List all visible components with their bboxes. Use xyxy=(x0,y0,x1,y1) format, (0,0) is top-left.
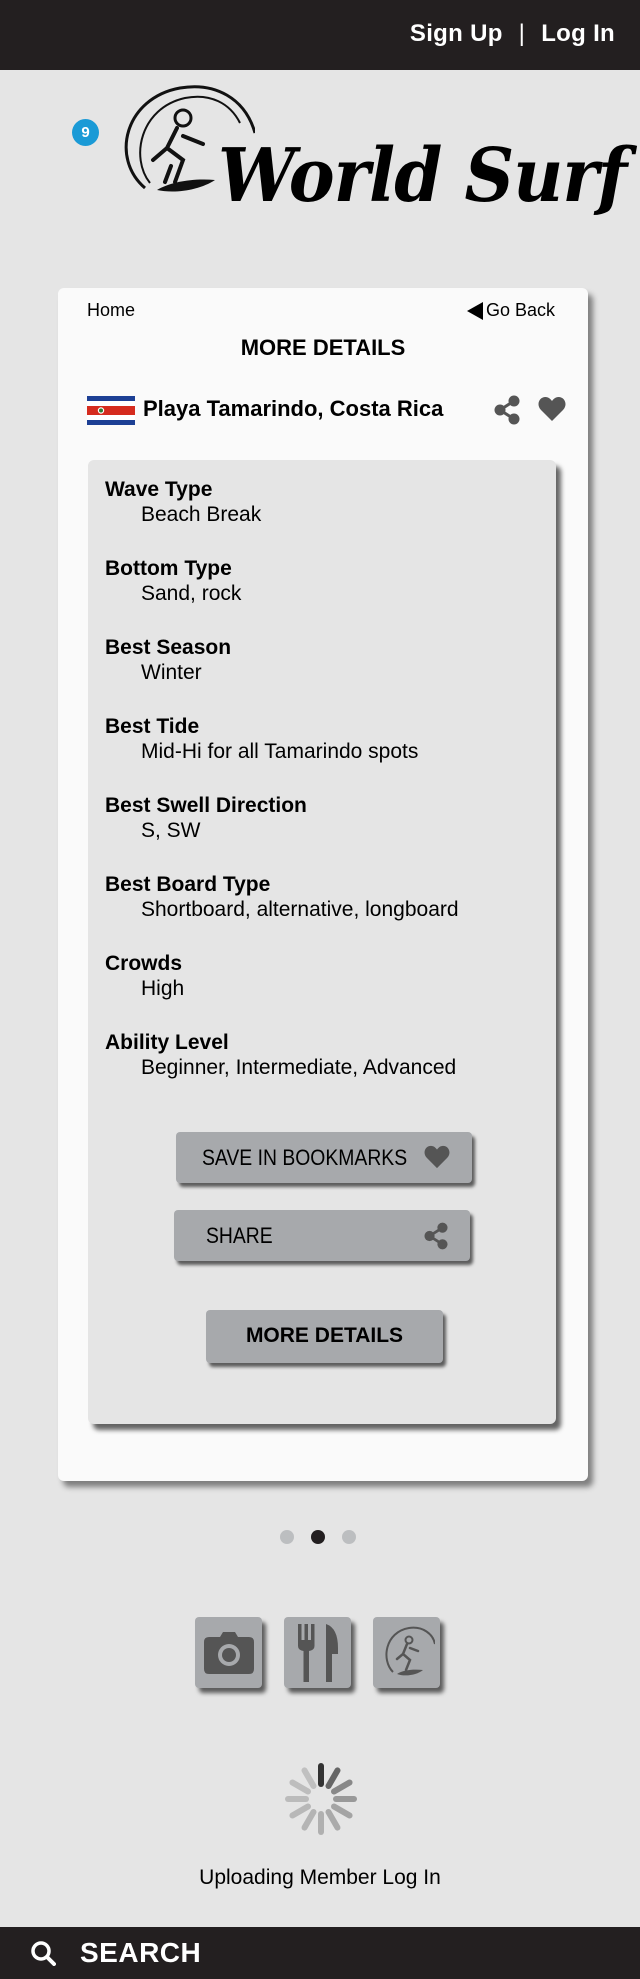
auth-links: Sign Up | Log In xyxy=(410,20,615,48)
heart-icon[interactable] xyxy=(538,396,566,422)
go-back-link[interactable]: Go Back xyxy=(466,300,555,321)
save-bookmarks-button[interactable]: SAVE IN BOOKMARKS xyxy=(176,1132,472,1183)
share-icon xyxy=(424,1222,448,1250)
heart-icon xyxy=(424,1145,450,1169)
attribute-value: Beach Break xyxy=(141,503,262,526)
attribute-label: Wave Type xyxy=(105,478,213,501)
attribute-item: Best Season Winter xyxy=(105,636,459,715)
share-icon[interactable] xyxy=(494,395,520,425)
breadcrumb: Home Go Back xyxy=(87,300,555,324)
top-bar: Sign Up | Log In xyxy=(0,0,640,70)
attribute-value: Sand, rock xyxy=(141,582,242,605)
attribute-value: High xyxy=(141,977,185,1000)
sign-up-link[interactable]: Sign Up xyxy=(410,20,503,48)
attribute-item: Ability Level Beginner, Intermediate, Ad… xyxy=(105,1031,459,1110)
attribute-label: Ability Level xyxy=(105,1031,229,1054)
log-in-link[interactable]: Log In xyxy=(541,20,615,48)
surf-spots-tile[interactable] xyxy=(373,1617,440,1688)
attribute-value: S, SW xyxy=(141,819,201,842)
world-surf-logo[interactable]: 9 World Surf xyxy=(70,78,627,253)
costa-rica-flag-icon xyxy=(87,396,135,425)
attribute-label: Best Tide xyxy=(105,715,200,738)
save-bookmarks-label: SAVE IN BOOKMARKS xyxy=(202,1145,408,1170)
more-details-button[interactable]: MORE DETAILS xyxy=(206,1310,443,1363)
loading-spinner-icon xyxy=(285,1763,357,1835)
pager-dot-active[interactable] xyxy=(311,1530,325,1544)
share-label: SHARE xyxy=(206,1223,273,1248)
search-label: SEARCH xyxy=(80,1937,202,1968)
attribute-label: Best Season xyxy=(105,636,232,659)
details-card: Home Go Back MORE DETAILS Playa Tamarind… xyxy=(58,288,588,1481)
attribute-item: Best Tide Mid-Hi for all Tamarindo spots xyxy=(105,715,459,794)
pager-dot[interactable] xyxy=(342,1530,356,1544)
attribute-label: Bottom Type xyxy=(105,557,232,580)
page-title: MORE DETAILS xyxy=(240,335,406,360)
fork-knife-icon xyxy=(297,1623,338,1682)
brand-wordmark: World Surf xyxy=(218,133,627,219)
go-back-label: Go Back xyxy=(485,300,555,320)
attribute-item: Best Swell Direction S, SW xyxy=(105,794,459,873)
spot-header: Playa Tamarindo, Costa Rica xyxy=(87,393,566,427)
loading-message: Uploading Member Log In xyxy=(199,1866,441,1889)
attribute-label: Crowds xyxy=(105,952,183,975)
attribute-value: Mid-Hi for all Tamarindo spots xyxy=(141,740,419,763)
attribute-item: Bottom Type Sand, rock xyxy=(105,557,459,636)
home-link[interactable]: Home xyxy=(87,300,135,321)
back-arrow-icon xyxy=(466,301,483,320)
attribute-item: Crowds High xyxy=(105,952,459,1031)
spot-name: Playa Tamarindo, Costa Rica xyxy=(143,396,444,421)
pager-dot[interactable] xyxy=(280,1530,294,1544)
details-panel: Wave Type Beach Break Bottom Type Sand, … xyxy=(88,460,556,1424)
search-icon xyxy=(31,1941,56,1966)
more-details-label: MORE DETAILS xyxy=(245,1324,404,1347)
surfer-icon xyxy=(384,1626,435,1675)
attribute-item: Best Board Type Shortboard, alternative,… xyxy=(105,873,459,952)
search-bar[interactable]: SEARCH xyxy=(0,1927,640,1979)
camera-icon xyxy=(203,1631,254,1674)
attribute-value: Winter xyxy=(141,661,202,684)
attribute-list: Wave Type Beach Break Bottom Type Sand, … xyxy=(105,478,459,1110)
attribute-item: Wave Type Beach Break xyxy=(105,478,459,557)
notification-badge[interactable]: 9 xyxy=(72,119,99,146)
attribute-value: Beginner, Intermediate, Advanced xyxy=(141,1056,457,1079)
share-button[interactable]: SHARE xyxy=(174,1210,470,1261)
attribute-label: Best Board Type xyxy=(105,873,271,896)
carousel-pager xyxy=(280,1530,356,1544)
attribute-label: Best Swell Direction xyxy=(105,794,307,817)
dining-tile[interactable] xyxy=(284,1617,351,1688)
auth-separator: | xyxy=(518,20,526,47)
photos-tile[interactable] xyxy=(195,1617,262,1688)
attribute-value: Shortboard, alternative, longboard xyxy=(141,898,459,921)
